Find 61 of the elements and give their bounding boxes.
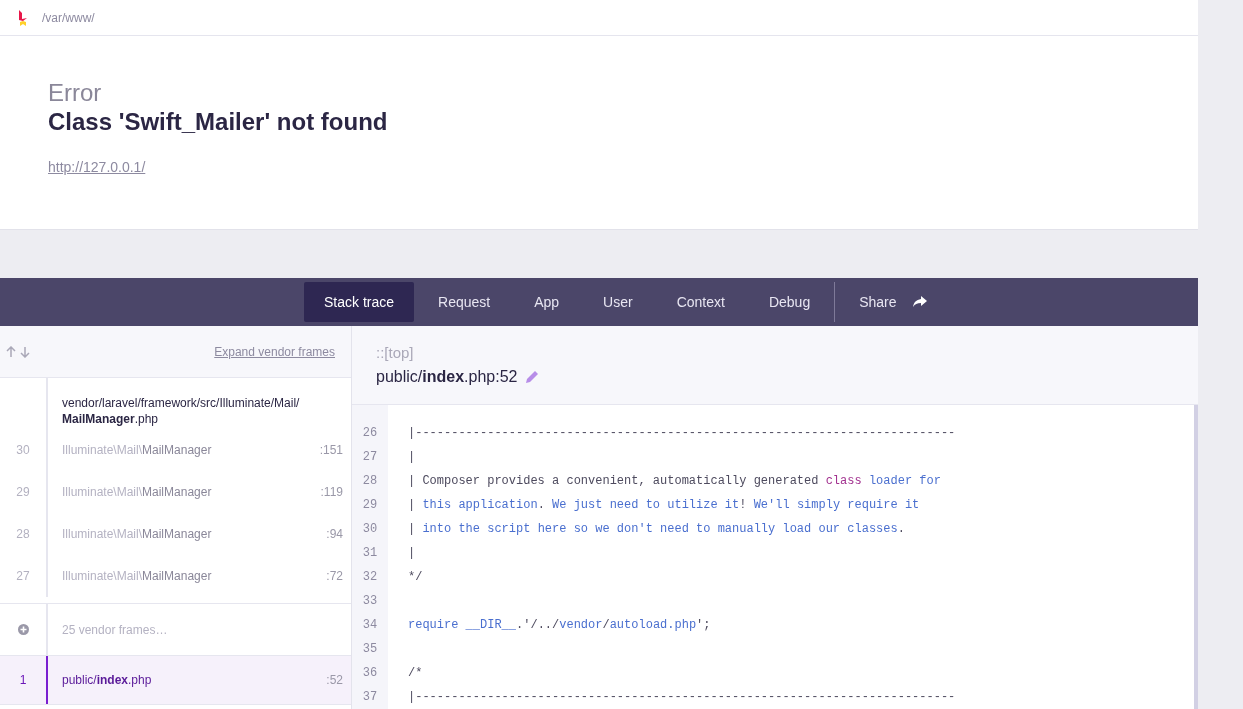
frame-number: 30 bbox=[0, 429, 48, 472]
code-line: | bbox=[408, 545, 417, 562]
frame-class: public/index.php bbox=[62, 672, 152, 690]
stack-frame[interactable]: 30 Illuminate\Mail\MailManager :151 bbox=[0, 429, 351, 472]
line-number: 33 bbox=[361, 593, 379, 610]
tab[interactable]: User bbox=[583, 282, 653, 322]
frame-number: 1 bbox=[0, 656, 48, 705]
frame-number: 29 bbox=[0, 471, 48, 514]
file-path: vendor/laravel/framework/src/Illuminate/Mail/ MailManager.php bbox=[62, 396, 301, 428]
frame-number: 28 bbox=[0, 513, 48, 556]
frame-class: Illuminate\Mail\MailManager bbox=[62, 526, 212, 544]
frame-line: :94 bbox=[326, 526, 343, 544]
error-message: Class 'Swift_Mailer' not found bbox=[48, 108, 389, 138]
frame-class: Illuminate\Mail\MailManager bbox=[62, 442, 212, 460]
pencil-icon[interactable] bbox=[525, 369, 540, 384]
stack-frame[interactable]: 1 public/index.php :52 bbox=[0, 655, 351, 706]
frame-line: :52 bbox=[326, 672, 343, 690]
code-line: |--------------------------------------------------------------------------- bbox=[408, 425, 957, 442]
tab[interactable]: App bbox=[514, 282, 580, 322]
line-number: 29 bbox=[361, 497, 379, 514]
tab[interactable]: Context bbox=[656, 282, 745, 322]
line-number: 30 bbox=[361, 521, 379, 538]
line-number: 26 bbox=[361, 425, 379, 442]
error-type: Error bbox=[48, 80, 103, 107]
code-line: | Composer provides a convenient, automatically generated class loader for bbox=[408, 473, 942, 490]
frame-line: :151 bbox=[319, 442, 343, 460]
tab[interactable]: Request bbox=[418, 282, 511, 322]
frame-file-path: public/index.php:52 bbox=[376, 366, 518, 387]
arrow-down-icon[interactable] bbox=[20, 345, 30, 358]
frame-class: Illuminate\Mail\MailManager bbox=[62, 568, 212, 586]
code-line: | this application. We just need to utilize it! We'll simply require it bbox=[408, 497, 921, 514]
stack-frame[interactable]: 29 Illuminate\Mail\MailManager :119 bbox=[0, 471, 351, 514]
code-line: | into the script here so we don't need to manually load our classes. bbox=[408, 521, 906, 538]
tab[interactable]: Debug bbox=[748, 282, 831, 322]
logo-icon bbox=[18, 9, 28, 26]
plus-circle-icon[interactable] bbox=[17, 624, 29, 636]
stack-frame[interactable]: 28 Illuminate\Mail\MailManager :94 bbox=[0, 513, 351, 556]
stack-frame[interactable]: 27 Illuminate\Mail\MailManager :72 bbox=[0, 555, 351, 598]
frame-context: ::[top] bbox=[376, 343, 415, 363]
frame-line: :72 bbox=[326, 568, 343, 586]
line-number: 34 bbox=[361, 617, 379, 634]
line-number: 35 bbox=[361, 641, 379, 658]
line-number: 36 bbox=[361, 665, 379, 682]
frame-line: :119 bbox=[320, 484, 343, 502]
line-number: 28 bbox=[361, 473, 379, 490]
tab[interactable]: Stack trace bbox=[304, 282, 415, 322]
frame-number: 27 bbox=[0, 555, 48, 598]
code-line: require __DIR__.'/../vendor/autoload.php'; bbox=[408, 617, 712, 634]
code-line: |--------------------------------------------------------------------------- bbox=[408, 689, 957, 706]
arrow-up-icon[interactable] bbox=[6, 345, 16, 358]
line-number: 32 bbox=[361, 569, 379, 586]
code-line: */ bbox=[408, 569, 424, 586]
code-line: /* bbox=[408, 665, 424, 682]
share-icon bbox=[912, 296, 927, 308]
line-number: 37 bbox=[361, 689, 379, 706]
share-button[interactable]: Share bbox=[839, 282, 947, 322]
frame-class: Illuminate\Mail\MailManager bbox=[62, 484, 212, 502]
line-number: 31 bbox=[361, 545, 379, 562]
line-number: 27 bbox=[361, 449, 379, 466]
code-line: | bbox=[408, 449, 417, 466]
project-path: /var/www/ bbox=[42, 9, 95, 27]
